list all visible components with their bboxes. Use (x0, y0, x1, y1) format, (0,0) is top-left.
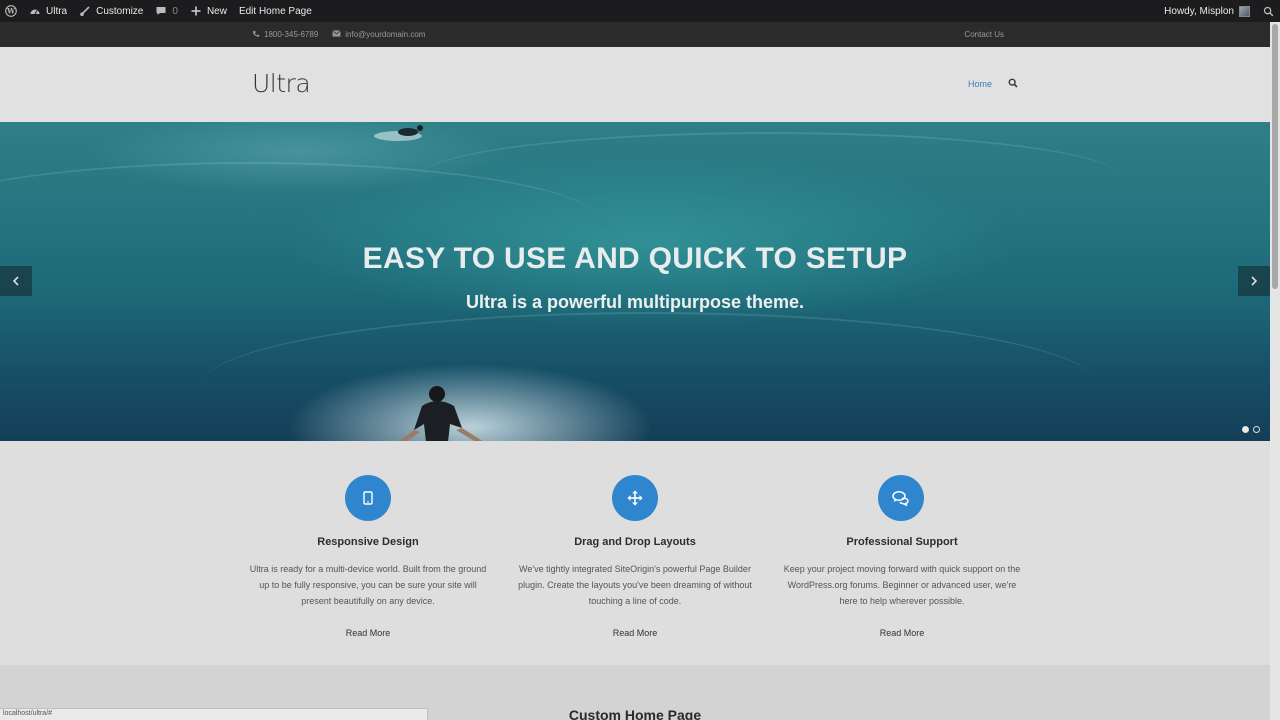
edit-page-label: Edit Home Page (238, 5, 312, 17)
slider-dot-1[interactable] (1242, 426, 1249, 433)
move-arrows-icon (612, 475, 658, 521)
contact-us-link[interactable]: Contact Us (964, 30, 1004, 39)
customize-label: Customize (96, 5, 144, 17)
brush-icon (79, 5, 91, 17)
chat-bubbles-icon (878, 475, 924, 521)
hero-slider: EASY TO USE AND QUICK TO SETUP Ultra is … (0, 122, 1270, 441)
email-item[interactable]: info@yourdomain.com (332, 30, 425, 39)
site-logo[interactable]: Ultra (252, 69, 311, 98)
avatar (1239, 5, 1250, 17)
account-menu[interactable]: Howdy, Misplon (1158, 0, 1256, 22)
feature-title: Drag and Drop Layouts (574, 536, 696, 548)
features-section: Responsive Design Ultra is ready for a m… (0, 441, 1270, 665)
tablet-icon (345, 475, 391, 521)
slider-pagination (1242, 426, 1260, 433)
slider-dot-2[interactable] (1253, 426, 1260, 433)
chevron-left-icon (12, 273, 20, 289)
customize-link[interactable]: Customize (73, 0, 149, 22)
envelope-icon (332, 30, 341, 39)
phone-number: 1800-345-6789 (264, 30, 319, 39)
top-contact-bar: 1800-345-6789 info@yourdomain.com Contac… (0, 22, 1280, 47)
howdy-label: Howdy, Misplon (1164, 5, 1234, 17)
read-more-link[interactable]: Read More (515, 628, 755, 638)
svg-text:W: W (6, 7, 15, 16)
edit-page-link[interactable]: Edit Home Page (233, 0, 318, 22)
site-name-menu[interactable]: Ultra (23, 0, 73, 22)
slider-prev-button[interactable] (0, 266, 32, 296)
feature-text: We've tightly integrated SiteOrigin's po… (518, 564, 752, 606)
site-header: Ultra Home (0, 47, 1270, 122)
admin-bar: W Ultra Customize 0 New Edit Home Page H… (0, 0, 1280, 22)
surfer-figure (399, 386, 483, 441)
plus-icon (190, 5, 202, 17)
slider-next-button[interactable] (1238, 266, 1270, 296)
swimmer-figure (374, 125, 423, 141)
wordpress-logo-icon: W (5, 5, 17, 17)
site-name-label: Ultra (46, 5, 68, 17)
new-content-menu[interactable]: New (184, 0, 233, 22)
feature-text: Ultra is ready for a multi-device world.… (249, 564, 487, 606)
read-more-link[interactable]: Read More (248, 628, 488, 638)
comments-count: 0 (172, 5, 178, 17)
contact-us-label: Contact Us (964, 30, 1004, 39)
search-icon (1262, 5, 1274, 17)
new-label: New (206, 5, 227, 17)
browser-status-bar: localhost/ultra/# (0, 708, 428, 720)
comment-icon (155, 5, 167, 17)
hero-subtitle: Ultra is a powerful multipurpose theme. (465, 292, 805, 312)
comments-link[interactable]: 0 (149, 0, 184, 22)
main-nav: Home (968, 78, 1018, 90)
hero-title: EASY TO USE AND QUICK TO SETUP (362, 242, 908, 275)
wordpress-menu[interactable]: W (0, 0, 23, 22)
chevron-right-icon (1250, 273, 1258, 289)
email-address: info@yourdomain.com (345, 30, 426, 39)
dashboard-icon (29, 5, 41, 17)
feature-title: Responsive Design (317, 536, 419, 548)
feature-title: Professional Support (846, 536, 958, 548)
wave-decoration (200, 312, 1100, 441)
admin-search-button[interactable] (1256, 0, 1280, 22)
nav-item-home[interactable]: Home (968, 79, 992, 89)
phone-item: 1800-345-6789 (252, 30, 318, 40)
nav-search-icon[interactable] (1008, 78, 1018, 90)
page-scrollbar[interactable] (1270, 22, 1280, 720)
wave-decoration (420, 132, 1120, 222)
read-more-link[interactable]: Read More (782, 628, 1022, 638)
scrollbar-thumb[interactable] (1272, 24, 1278, 289)
feature-text: Keep your project moving forward with qu… (783, 564, 1021, 606)
phone-icon (252, 30, 260, 40)
